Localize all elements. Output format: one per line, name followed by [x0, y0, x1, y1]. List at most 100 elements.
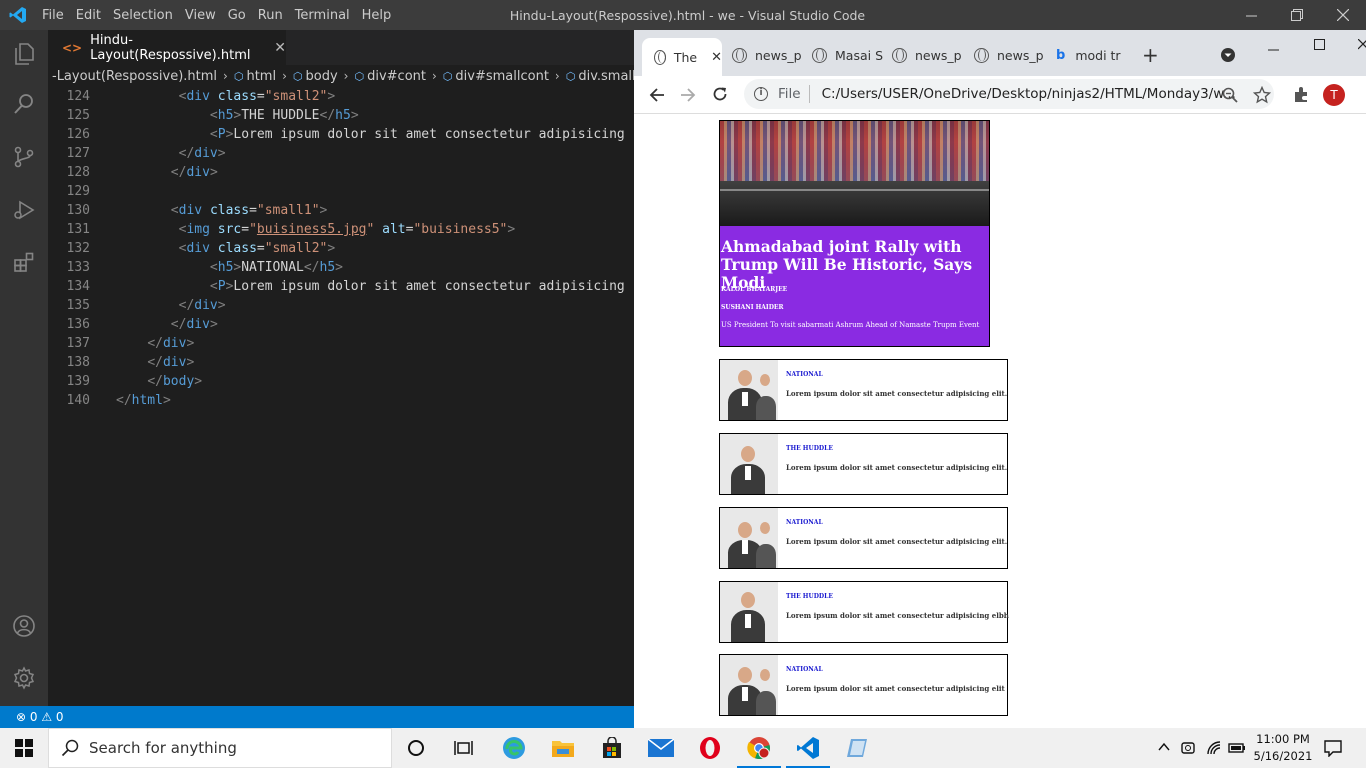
code-line[interactable]: 139 </body> — [48, 372, 634, 391]
zoom-icon[interactable] — [1222, 87, 1238, 103]
taskbar-search-box[interactable]: Search for anything — [48, 728, 392, 768]
chrome-toolbar: i File C:/Users/USER/OneDrive/Desktop/ni… — [634, 76, 1366, 114]
breadcrumb: -Layout(Respossive).html › ⬡ html › ⬡ body › … — [48, 65, 634, 87]
code-line[interactable]: 127 </div> — [48, 144, 634, 163]
browser-tab[interactable]: news_p — [892, 40, 970, 70]
close-tab-icon[interactable]: ✕ — [274, 40, 286, 56]
maximize-icon[interactable] — [1314, 39, 1326, 51]
breadcrumb-item[interactable]: ⬡ div#cont › — [354, 69, 442, 84]
browser-tab[interactable]: news_p — [732, 40, 810, 70]
editor-pane: <> Hindu-Layout(Respossive).html ✕ -Layo… — [48, 30, 634, 706]
breadcrumb-item[interactable]: ⬡div.small1›⬡ — [566, 69, 634, 84]
bing-icon: b — [1056, 47, 1066, 63]
back-arrow-icon[interactable] — [649, 87, 665, 103]
globe-icon — [654, 49, 666, 65]
code-line[interactable]: 124 <div class="small2"> — [48, 87, 634, 106]
news-card[interactable]: NATIONAL Lorem ipsum dolor sit amet conse… — [719, 507, 1008, 569]
close-icon[interactable] — [1358, 39, 1366, 51]
run-debug-icon[interactable] — [12, 198, 36, 222]
mail-app[interactable] — [637, 728, 685, 768]
profile-avatar[interactable]: T — [1323, 84, 1345, 106]
notes-app[interactable] — [833, 728, 881, 768]
forward-arrow-icon[interactable] — [680, 87, 696, 103]
hero-headline: Ahmadabad joint Rally with Trump Will Be… — [721, 237, 973, 292]
hero-article[interactable]: Ahmadabad joint Rally with Trump Will Be… — [719, 120, 990, 347]
minimize-icon[interactable] — [1268, 44, 1280, 56]
business-people-photo — [720, 508, 778, 568]
battery-icon[interactable] — [1228, 741, 1246, 755]
chrome-window: The ✕ news_p Masai S news_p news_p b modi… — [634, 30, 1366, 728]
store-app[interactable] — [588, 728, 636, 768]
news-card[interactable]: NATIONAL Lorem ipsum dolor sit amet conse… — [719, 654, 1008, 716]
edge-app[interactable] — [490, 728, 538, 768]
close-tab-icon[interactable]: ✕ — [711, 50, 722, 65]
opera-app[interactable] — [686, 728, 734, 768]
search-icon[interactable] — [12, 92, 36, 116]
settings-gear-icon[interactable] — [12, 666, 36, 690]
code-line[interactable]: 136 </div> — [48, 315, 634, 334]
globe-icon — [732, 47, 747, 63]
extensions-puzzle-icon[interactable] — [1293, 86, 1310, 103]
code-line[interactable]: 135 </div> — [48, 296, 634, 315]
extensions-icon[interactable] — [12, 250, 36, 274]
breadcrumb-label: div#cont — [367, 68, 426, 84]
breadcrumb-item[interactable]: ⬡ body › — [293, 69, 355, 84]
explorer-icon[interactable] — [12, 42, 36, 66]
address-bar[interactable]: i File C:/Users/USER/OneDrive/Desktop/ni… — [744, 79, 1274, 109]
account-icon[interactable] — [12, 614, 36, 638]
file-explorer-app[interactable] — [539, 728, 587, 768]
new-tab-button[interactable]: + — [1142, 40, 1162, 70]
vscode-app[interactable] — [784, 728, 832, 768]
meet-now-icon[interactable] — [1181, 739, 1197, 757]
code-line[interactable]: 126 <P>Lorem ipsum dolor sit amet consec… — [48, 125, 634, 144]
code-line[interactable]: 138 </div> — [48, 353, 634, 372]
problems-status[interactable]: ⊗ 0 ⚠ 0 — [16, 710, 64, 724]
minimize-icon — [1245, 15, 1257, 16]
cortana-button[interactable] — [392, 728, 440, 768]
code-editor[interactable]: 124 <div class="small2"> 125 <h5>THE HUDD… — [48, 87, 634, 687]
browser-tab-active[interactable]: The ✕ — [642, 38, 722, 76]
clock-time: 11:00 PM — [1256, 732, 1310, 746]
task-view-button[interactable] — [440, 728, 488, 768]
browser-tab[interactable]: Masai S — [812, 40, 890, 70]
code-line[interactable]: 128 </div> — [48, 163, 634, 182]
chevron-up-icon[interactable] — [1158, 742, 1170, 752]
line-number: 134 — [66, 279, 90, 294]
status-bar: ⊗ 0 ⚠ 0 — [0, 706, 634, 728]
line-number: 133 — [66, 260, 90, 275]
close-window-button[interactable] — [1320, 0, 1366, 30]
start-button[interactable] — [0, 728, 48, 768]
restore-button[interactable] — [1274, 0, 1320, 30]
tab-search-icon[interactable] — [1221, 48, 1235, 62]
code-line[interactable]: 125 <h5>THE HUDDLE</h5> — [48, 106, 634, 125]
browser-tab[interactable]: b modi tr — [1056, 40, 1134, 70]
minimize-button[interactable] — [1228, 0, 1274, 30]
wifi-icon[interactable] — [1206, 740, 1222, 756]
chrome-app[interactable] — [735, 728, 783, 768]
card-text: Lorem ipsum dolor sit amet consectetur a… — [786, 537, 1008, 546]
code-line[interactable]: 134 <P>Lorem ipsum dolor sit amet consec… — [48, 277, 634, 296]
source-control-icon[interactable] — [12, 145, 36, 169]
code-line[interactable]: 131 <img src="buisiness5.jpg" alt="buisi… — [48, 220, 634, 239]
news-card[interactable]: THE HUDDLE Lorem ipsum dolor sit amet con… — [719, 433, 1008, 495]
code-line[interactable]: 130 <div class="small1"> — [48, 201, 634, 220]
system-clock[interactable]: 11:00 PM 5/16/2021 — [1248, 731, 1318, 765]
reload-icon[interactable] — [712, 86, 728, 102]
browser-tab[interactable]: news_p — [974, 40, 1052, 70]
news-card[interactable]: THE HUDDLE Lorem ipsum dolor sit amet con… — [719, 581, 1009, 643]
opera-icon — [700, 737, 720, 759]
code-line[interactable]: 132 <div class="small2"> — [48, 239, 634, 258]
editor-tab-html-file[interactable]: <> Hindu-Layout(Respossive).html ✕ — [48, 30, 286, 65]
breadcrumb-item[interactable]: ⬡ div#smallcont › — [443, 69, 566, 84]
code-line[interactable]: 129 — [48, 182, 634, 201]
breadcrumb-item[interactable]: -Layout(Respossive).html › — [52, 69, 234, 84]
code-line[interactable]: 140 </html> — [48, 391, 634, 410]
breadcrumb-item[interactable]: ⬡ html › — [234, 69, 293, 84]
bookmark-star-icon[interactable] — [1253, 86, 1271, 104]
code-line[interactable]: 133 <h5>NATIONAL</h5> — [48, 258, 634, 277]
code-line[interactable]: 137 </div> — [48, 334, 634, 353]
html-file-icon: <> — [62, 40, 83, 55]
notification-icon[interactable] — [1324, 739, 1342, 757]
news-card[interactable]: NATIONAL Lorem ipsum dolor sit amet conse… — [719, 359, 1008, 421]
info-icon[interactable]: i — [754, 87, 768, 101]
